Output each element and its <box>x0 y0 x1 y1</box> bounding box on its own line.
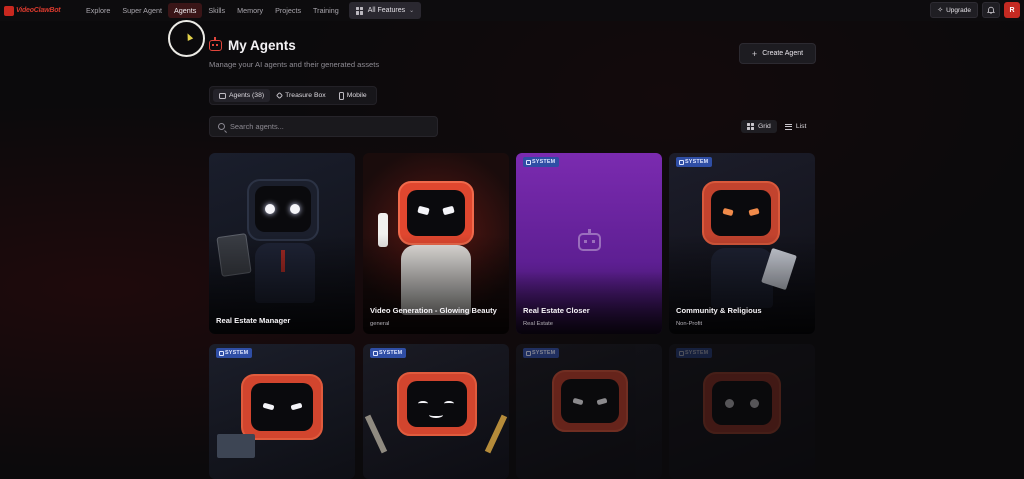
system-badge: SYSTEM <box>370 348 407 358</box>
tab-label: Mobile <box>346 92 367 99</box>
search-icon <box>218 123 225 130</box>
sparkle-icon: ✧ <box>937 7 944 14</box>
grid-icon <box>747 123 754 130</box>
page-header: My Agents Manage your AI agents and thei… <box>209 37 380 69</box>
agent-artwork <box>209 344 355 479</box>
list-icon <box>784 123 792 130</box>
create-agent-button[interactable]: + Create Agent <box>739 43 816 64</box>
upgrade-button[interactable]: ✧ Upgrade <box>930 2 978 18</box>
system-badge: SYSTEM <box>523 157 560 167</box>
box-icon <box>276 91 284 100</box>
top-navigation-bar: VideoClawBot Explore Super Agent Agents … <box>0 0 1024 21</box>
tab-label: Treasure Box <box>285 92 326 99</box>
agent-card[interactable]: SYSTEM <box>516 344 662 479</box>
agent-artwork <box>669 344 815 479</box>
agent-card[interactable]: SYSTEM <box>209 344 355 479</box>
search-bar <box>209 116 438 137</box>
upgrade-label: Upgrade <box>946 6 971 14</box>
nav-item-explore[interactable]: Explore <box>80 3 116 18</box>
nav-item-agents[interactable]: Agents <box>167 3 203 18</box>
nav-item-memory[interactable]: Memory <box>231 3 269 18</box>
system-badge: SYSTEM <box>216 348 253 358</box>
agent-name: Community & Religious <box>676 306 762 315</box>
view-toggle: Grid List <box>741 117 812 136</box>
grid-view-button[interactable]: Grid <box>741 120 777 133</box>
agent-artwork <box>363 344 509 479</box>
all-features-label: All Features <box>367 7 406 14</box>
logo-text: VideoClawBot <box>16 7 61 14</box>
agent-card-community-religious[interactable]: SYSTEM Community & Religious Non-Profit <box>669 153 815 334</box>
agent-category: general <box>370 321 390 327</box>
chevron-down-icon: ⌄ <box>409 8 415 14</box>
agent-tabs: Agents (38) Treasure Box Mobile <box>209 86 377 105</box>
bell-icon <box>987 6 995 14</box>
robot-icon <box>209 37 222 51</box>
agent-name: Video Generation - Glowing Beauty <box>370 306 497 315</box>
nav-item-projects[interactable]: Projects <box>269 3 307 18</box>
nav-item-skills[interactable]: Skills <box>202 3 231 18</box>
card-shade <box>669 234 815 334</box>
grid-view-label: Grid <box>758 123 771 130</box>
notifications-button[interactable] <box>982 2 1000 18</box>
agent-card-real-estate-closer[interactable]: SYSTEM Real Estate Closer Real Estate <box>516 153 662 334</box>
agent-card[interactable]: SYSTEM <box>363 344 509 479</box>
agent-name: Real Estate Closer <box>523 306 590 315</box>
agent-name: Real Estate Manager <box>216 316 291 325</box>
system-badge: SYSTEM <box>676 157 713 167</box>
grid-icon <box>355 6 364 15</box>
all-features-dropdown[interactable]: All Features ⌄ <box>348 2 422 19</box>
system-badge: SYSTEM <box>523 348 560 358</box>
agent-card[interactable]: SYSTEM <box>669 344 815 479</box>
robot-placeholder-icon <box>578 229 601 251</box>
search-input[interactable] <box>230 122 430 131</box>
tab-label: Agents (38) <box>229 92 265 99</box>
agent-category: Non-Profit <box>676 321 703 327</box>
agent-card-real-estate-manager[interactable]: Real Estate Manager <box>209 153 355 334</box>
app-logo[interactable]: VideoClawBot <box>4 4 68 18</box>
agent-category: Real Estate <box>523 321 553 327</box>
user-avatar[interactable]: R <box>1004 2 1020 18</box>
plus-icon: + <box>751 48 758 59</box>
phone-icon <box>338 91 344 100</box>
nav-item-super-agent[interactable]: Super Agent <box>116 3 168 18</box>
main-nav: Explore Super Agent Agents Skills Memory… <box>80 2 422 19</box>
agent-artwork <box>516 344 662 479</box>
robot-icon <box>219 92 226 99</box>
create-agent-label: Create Agent <box>762 50 804 57</box>
page-title: My Agents <box>228 38 296 53</box>
background-glow <box>0 0 1024 479</box>
agent-card-video-generation[interactable]: Video Generation - Glowing Beauty genera… <box>363 153 509 334</box>
nav-item-training[interactable]: Training <box>307 3 345 18</box>
system-badge: SYSTEM <box>676 348 713 358</box>
tab-mobile[interactable]: Mobile <box>333 89 373 103</box>
list-view-button[interactable]: List <box>779 120 813 133</box>
tab-treasure-box[interactable]: Treasure Box <box>271 89 332 102</box>
tab-agents[interactable]: Agents (38) <box>213 89 271 102</box>
list-view-label: List <box>795 123 807 130</box>
card-shade <box>363 234 509 334</box>
top-right-actions: ✧ Upgrade R <box>930 2 1020 18</box>
logo-mark-icon <box>4 5 14 16</box>
page-subtitle: Manage your AI agents and their generate… <box>209 60 380 69</box>
